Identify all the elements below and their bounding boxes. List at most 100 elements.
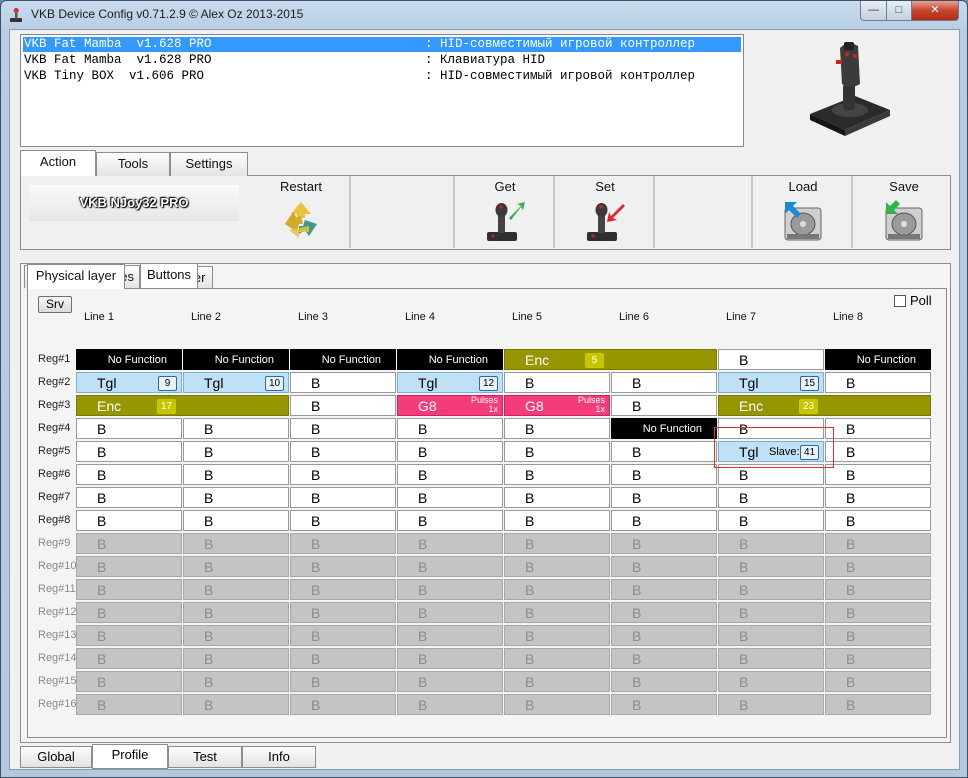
button-cell[interactable]: Tgl 15 — [718, 372, 824, 393]
button-cell[interactable]: B — [504, 441, 610, 462]
button-cell[interactable]: No Function — [76, 349, 182, 370]
cell-label: B — [739, 582, 749, 598]
button-cell: B — [76, 694, 182, 715]
button-cell: B — [183, 602, 289, 623]
cell-number-badge: 5 — [585, 353, 604, 368]
button-cell[interactable]: B — [183, 441, 289, 462]
button-cell[interactable]: B — [504, 418, 610, 439]
button-cell[interactable]: B — [718, 510, 824, 531]
button-cell[interactable]: B — [504, 372, 610, 393]
button-cell[interactable]: B — [397, 487, 503, 508]
close-button[interactable]: ✕ — [911, 1, 959, 21]
button-cell[interactable]: B — [183, 510, 289, 531]
button-cell[interactable]: B — [397, 510, 503, 531]
button-cell[interactable]: B — [76, 441, 182, 462]
minimize-button[interactable]: — — [860, 1, 887, 21]
button-cell[interactable]: B — [825, 464, 931, 485]
button-cell[interactable]: B — [611, 510, 717, 531]
button-cell[interactable]: No Function — [397, 349, 503, 370]
save-button[interactable]: Save — [855, 176, 953, 248]
button-cell[interactable]: B — [718, 349, 824, 370]
title-bar[interactable]: VKB Device Config v0.71.2.9 © Alex Oz 20… — [1, 1, 967, 29]
tab-buttons[interactable]: Buttons — [140, 263, 198, 288]
button-cell[interactable]: B — [825, 418, 931, 439]
button-cell[interactable]: B — [397, 441, 503, 462]
button-cell[interactable]: B — [397, 418, 503, 439]
tab-profile[interactable]: Profile — [92, 744, 168, 769]
button-cell[interactable]: No Function — [183, 349, 289, 370]
button-cell[interactable]: B — [825, 510, 931, 531]
button-cell[interactable]: B — [504, 510, 610, 531]
button-cell[interactable]: B — [290, 464, 396, 485]
poll-checkbox[interactable]: Poll — [894, 293, 932, 308]
tab-settings[interactable]: Settings — [170, 152, 248, 176]
button-cell[interactable]: B — [611, 395, 717, 416]
reg-label: Reg#16 — [38, 698, 77, 710]
button-cell[interactable]: B — [290, 372, 396, 393]
button-cell: B — [183, 671, 289, 692]
button-cell[interactable]: B — [504, 487, 610, 508]
restart-label: Restart — [280, 179, 322, 194]
tab-physical-layer[interactable]: Physical layer — [27, 264, 125, 289]
button-cell[interactable]: B — [611, 372, 717, 393]
button-cell[interactable]: B — [290, 510, 396, 531]
device-row[interactable]: VKB Fat Mamba v1.628 PRO: HID-совместимы… — [23, 37, 741, 52]
cell-label: B — [846, 605, 856, 621]
button-cell[interactable]: B — [290, 418, 396, 439]
tab-tools[interactable]: Tools — [96, 152, 170, 176]
tab-info[interactable]: Info — [242, 746, 316, 768]
button-cell[interactable]: B — [611, 464, 717, 485]
restart-button[interactable]: Restart — [253, 176, 351, 248]
button-cell[interactable]: G8 Pulses 1x — [397, 395, 503, 416]
button-cell[interactable]: Enc 23 — [718, 395, 931, 416]
set-button[interactable]: Set — [557, 176, 655, 248]
button-cell[interactable]: B — [76, 464, 182, 485]
cell-label: B — [525, 444, 535, 460]
button-cell[interactable]: B — [611, 441, 717, 462]
poll-checkbox-box[interactable] — [894, 295, 906, 307]
button-cell[interactable]: B — [76, 510, 182, 531]
button-cell[interactable]: B — [183, 464, 289, 485]
button-cell[interactable]: Enc 17 — [76, 395, 289, 416]
button-cell[interactable]: Tgl 9 — [76, 372, 182, 393]
device-row[interactable]: VKB Tiny BOX v1.606 PRO: HID-совместимый… — [23, 69, 741, 84]
get-button[interactable]: Get — [457, 176, 555, 248]
button-cell[interactable]: No Function — [290, 349, 396, 370]
button-cell[interactable]: B — [397, 464, 503, 485]
button-cell[interactable]: B — [825, 487, 931, 508]
button-cell: B — [76, 602, 182, 623]
srv-button[interactable]: Srv — [38, 296, 72, 313]
disk-save-icon — [885, 200, 923, 241]
button-cell[interactable]: B — [290, 487, 396, 508]
device-row[interactable]: VKB Fat Mamba v1.628 PRO: Клавиатура HID — [23, 53, 741, 68]
selection-highlight — [714, 427, 834, 468]
tab-global[interactable]: Global — [20, 746, 92, 768]
load-button[interactable]: Load — [755, 176, 853, 248]
cell-label: B — [418, 513, 428, 529]
button-cell[interactable]: B — [76, 487, 182, 508]
maximize-button[interactable]: □ — [886, 1, 912, 21]
cell-label: B — [846, 651, 856, 667]
load-label: Load — [788, 179, 818, 194]
button-cell[interactable]: B — [183, 418, 289, 439]
button-cell[interactable]: No Function — [611, 418, 717, 439]
button-cell[interactable]: B — [504, 464, 610, 485]
button-cell[interactable]: No Function — [825, 349, 931, 370]
button-cell[interactable]: G8 Pulses 1x — [504, 395, 610, 416]
tab-test[interactable]: Test — [168, 746, 242, 768]
button-cell[interactable]: Tgl 10 — [183, 372, 289, 393]
tab-action[interactable]: Action — [20, 150, 96, 176]
button-cell[interactable]: Tgl 12 — [397, 372, 503, 393]
device-list[interactable]: VKB Fat Mamba v1.628 PRO: HID-совместимы… — [20, 34, 744, 147]
button-cell[interactable]: B — [290, 395, 396, 416]
button-cell[interactable]: B — [825, 372, 931, 393]
button-cell[interactable]: B — [611, 487, 717, 508]
button-cell[interactable]: B — [290, 441, 396, 462]
button-cell[interactable]: Enc 5 — [504, 349, 717, 370]
button-cell[interactable]: B — [183, 487, 289, 508]
button-cell[interactable]: B — [825, 441, 931, 462]
cell-label: B — [204, 421, 214, 437]
button-cell[interactable]: B — [718, 487, 824, 508]
button-cell[interactable]: B — [76, 418, 182, 439]
cell-label: B — [632, 605, 642, 621]
